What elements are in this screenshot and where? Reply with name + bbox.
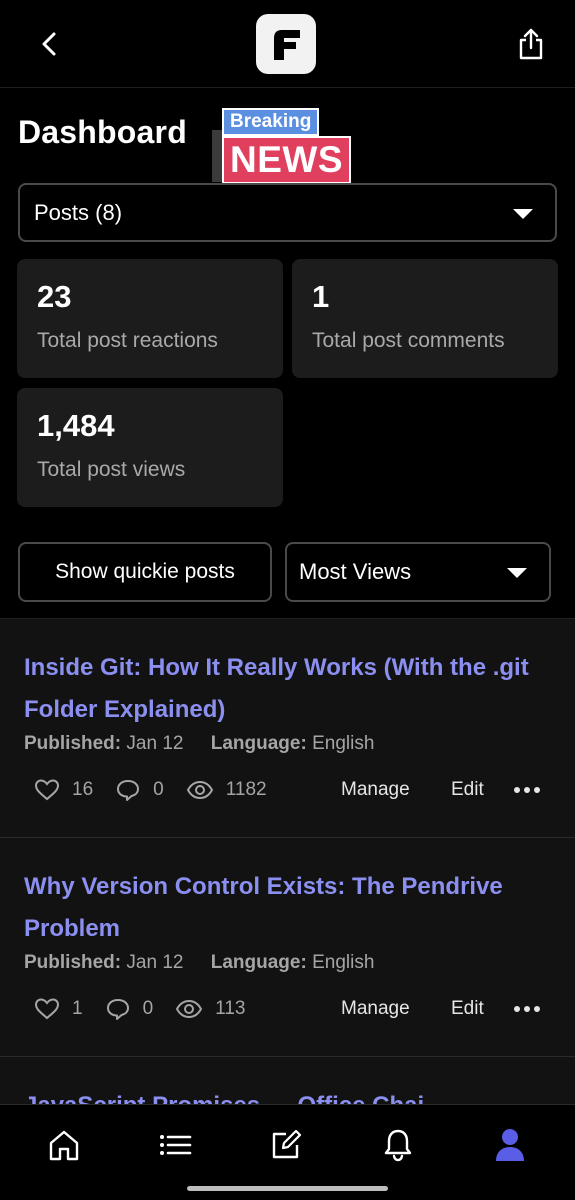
logo-icon [274,30,300,60]
chevron-down-icon [507,568,527,578]
top-app-bar [0,0,575,88]
eye-icon [176,999,203,1019]
posts-select-value: Posts (8) [34,199,123,225]
language-label: Language: [210,733,307,754]
published-date: Jan 12 [126,733,184,754]
likes-count: 16 [34,778,93,802]
nav-notifications[interactable] [376,1123,420,1167]
views-count: 1182 [186,778,267,802]
stat-value: 1 [312,279,330,314]
manage-button[interactable]: Manage [341,998,410,1020]
published-label: Published: [24,952,122,973]
post-title-link[interactable]: JavaScript Promises — Office Chai [24,1085,554,1104]
likes-count: 1 [34,997,83,1021]
app-logo[interactable] [256,14,316,74]
post-title-link[interactable]: Why Version Control Exists: The Pendrive… [24,866,554,950]
language-label: Language: [210,952,307,973]
edit-icon [272,1129,302,1159]
more-options-icon[interactable] [514,787,540,793]
stat-value: 23 [37,279,72,314]
badge-shadow [212,130,222,182]
likes-value: 1 [72,998,83,1019]
show-quickie-posts-button[interactable]: Show quickie posts [18,542,272,602]
heart-icon [34,998,60,1020]
nav-profile[interactable] [488,1123,532,1167]
stat-card-comments: 1 Total post comments [292,259,558,378]
published-date: Jan 12 [126,952,184,973]
post-item: Why Version Control Exists: The Pendrive… [0,838,575,1057]
home-indicator[interactable] [187,1186,388,1191]
edit-button[interactable]: Edit [451,998,484,1020]
back-button[interactable] [28,22,72,66]
badge-news-text: NEWS [222,136,351,184]
likes-value: 16 [72,779,94,800]
post-list: Inside Git: How It Really Works (With th… [0,618,575,1104]
nav-posts[interactable] [153,1123,197,1167]
share-icon [519,28,543,60]
sort-select[interactable]: Most Views [285,542,551,602]
user-icon [496,1129,524,1161]
manage-button[interactable]: Manage [341,779,410,801]
comments-value: 0 [142,998,154,1019]
home-icon [49,1130,79,1161]
sort-select-value: Most Views [299,559,412,584]
post-item: Inside Git: How It Really Works (With th… [0,619,575,838]
share-button[interactable] [509,22,553,66]
heart-icon [34,779,60,801]
stat-value: 1,484 [37,408,115,443]
views-count: 113 [175,997,245,1021]
views-value: 1182 [225,779,267,800]
stat-card-reactions: 23 Total post reactions [17,259,283,378]
post-meta: Published: Jan 12 Language: English [24,952,374,974]
language-value: English [312,952,375,973]
post-title-link[interactable]: Inside Git: How It Really Works (With th… [24,647,554,731]
more-options-icon[interactable] [514,1006,540,1012]
list-icon [160,1135,192,1155]
posts-type-select[interactable]: Posts (8) [18,183,557,242]
eye-icon [186,780,213,800]
edit-button[interactable]: Edit [451,779,484,801]
breaking-news-badge: Breaking NEWS [212,102,364,184]
post-item: JavaScript Promises — Office Chai [0,1057,575,1104]
post-meta: Published: Jan 12 Language: English [24,733,374,755]
stat-label: Total post reactions [37,329,218,352]
stat-label: Total post comments [312,329,505,352]
chevron-down-icon [513,209,533,219]
language-value: English [312,733,375,754]
stat-label: Total post views [37,458,186,481]
back-arrow-icon [42,32,56,56]
nav-home[interactable] [42,1123,86,1167]
comments-count: 0 [115,778,164,802]
comment-icon [106,999,129,1020]
page-title: Dashboard [18,114,187,150]
nav-write[interactable] [264,1123,308,1167]
comments-count: 0 [105,997,154,1021]
stat-card-views: 1,484 Total post views [17,388,283,507]
comment-icon [117,780,140,801]
views-value: 113 [215,998,246,1019]
badge-breaking-text: Breaking [222,108,320,136]
bell-icon [384,1129,412,1162]
comments-value: 0 [153,779,164,800]
published-label: Published: [24,733,122,754]
